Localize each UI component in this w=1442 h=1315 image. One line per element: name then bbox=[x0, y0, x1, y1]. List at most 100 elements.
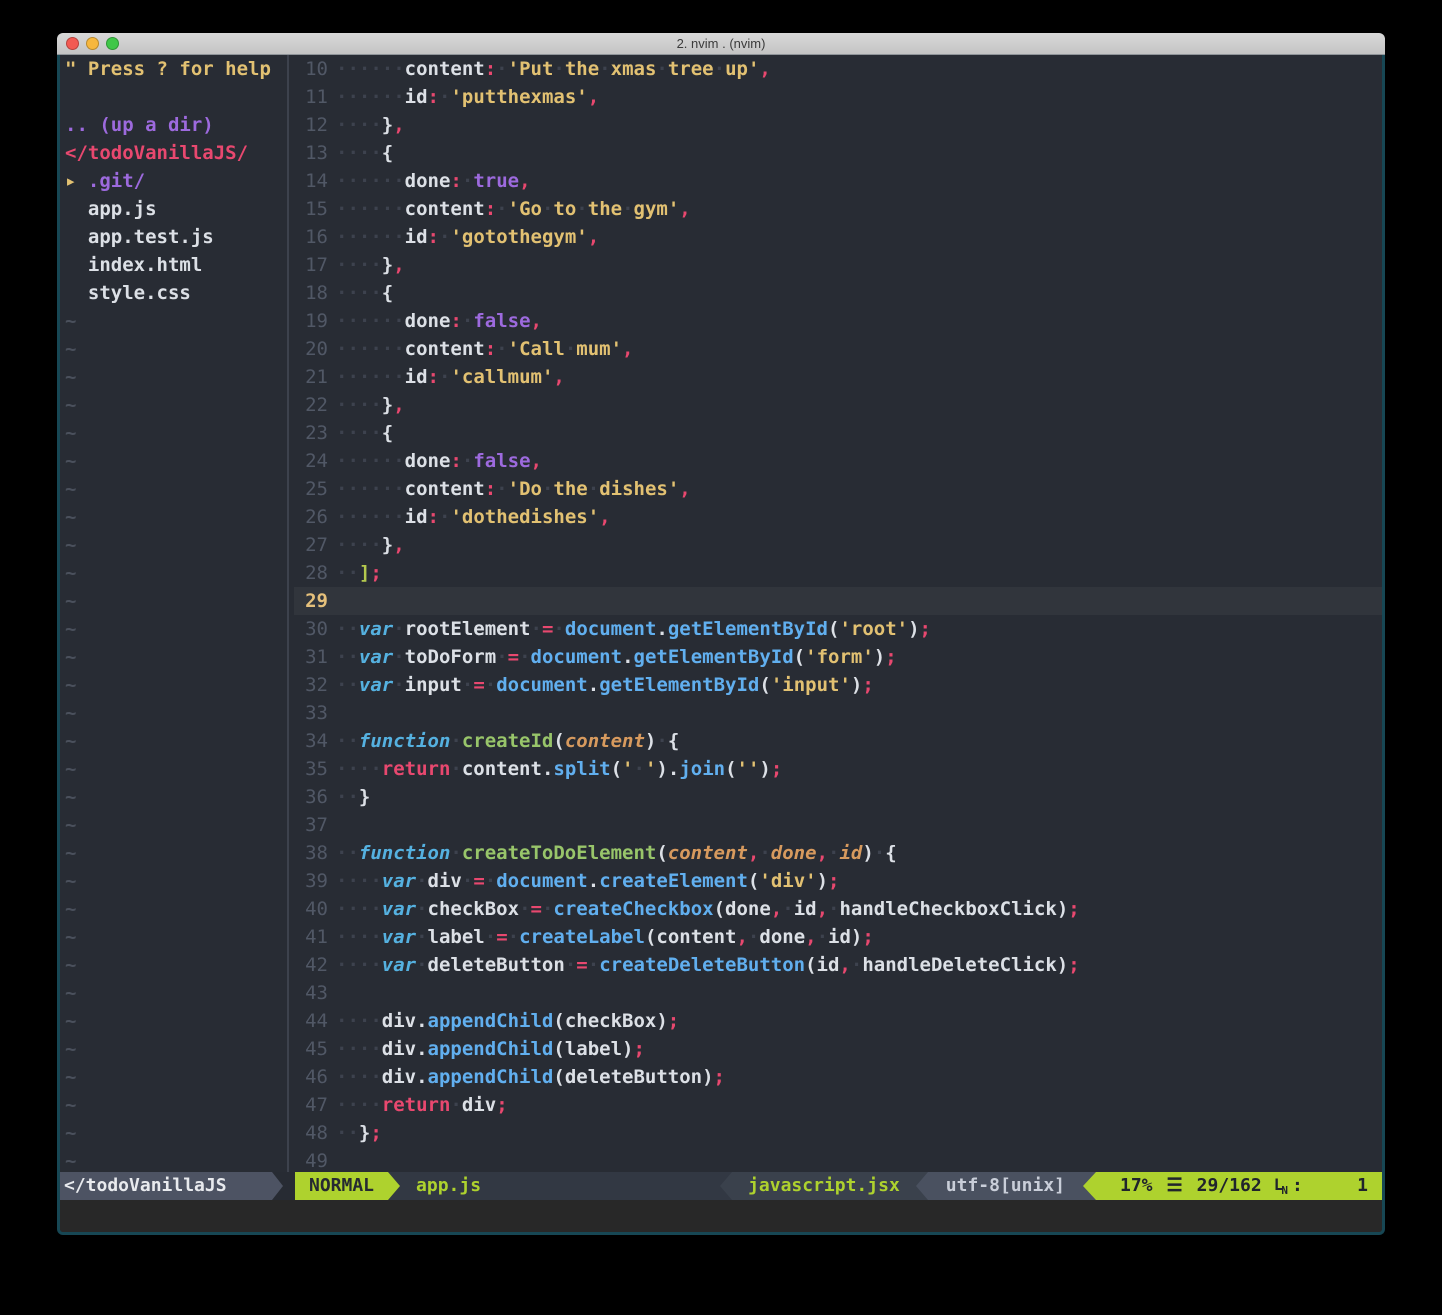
code-line-47[interactable]: 47····return·div; bbox=[294, 1091, 1382, 1119]
line-number: 36 bbox=[294, 783, 328, 811]
scroll-percent: 17% bbox=[1120, 1172, 1153, 1200]
code-line-42[interactable]: 42····var·deleteButton·=·createDeleteBut… bbox=[294, 951, 1382, 979]
zoom-button[interactable] bbox=[106, 37, 119, 50]
command-line[interactable] bbox=[60, 1200, 1382, 1232]
code-line-13[interactable]: 13····{ bbox=[294, 139, 1382, 167]
line-number: 20 bbox=[294, 335, 328, 363]
line-number: 28 bbox=[294, 559, 328, 587]
line-number: 15 bbox=[294, 195, 328, 223]
code-line-text: ····var·label·=·createLabel(content,·don… bbox=[328, 923, 1382, 951]
statusline-filename: app.js bbox=[400, 1172, 720, 1200]
line-number: 40 bbox=[294, 895, 328, 923]
line-number: 18 bbox=[294, 279, 328, 307]
code-line-49[interactable]: 49 bbox=[294, 1147, 1382, 1172]
code-line-46[interactable]: 46····div.appendChild(deleteButton); bbox=[294, 1063, 1382, 1091]
tilde-marker: ~ bbox=[65, 503, 283, 531]
code-line-10[interactable]: 10······content:·'Put·the·xmas·tree·up', bbox=[294, 55, 1382, 83]
line-number: 48 bbox=[294, 1119, 328, 1147]
code-line-text bbox=[328, 811, 1382, 839]
code-line-41[interactable]: 41····var·label·=·createLabel(content,·d… bbox=[294, 923, 1382, 951]
code-line-24[interactable]: 24······done:·false, bbox=[294, 447, 1382, 475]
code-line-text: ····{ bbox=[328, 279, 1382, 307]
line-number: 26 bbox=[294, 503, 328, 531]
code-line-34[interactable]: 34··function·createId(content)·{ bbox=[294, 727, 1382, 755]
code-line-25[interactable]: 25······content:·'Do·the·dishes', bbox=[294, 475, 1382, 503]
tree-file-app-js[interactable]: app.js bbox=[65, 195, 283, 223]
code-line-32[interactable]: 32··var·input·=·document.getElementById(… bbox=[294, 671, 1382, 699]
tilde-marker: ~ bbox=[65, 475, 283, 503]
minimize-button[interactable] bbox=[86, 37, 99, 50]
line-number: 29 bbox=[294, 587, 328, 615]
code-line-36[interactable]: 36··} bbox=[294, 783, 1382, 811]
code-line-39[interactable]: 39····var·div·=·document.createElement('… bbox=[294, 867, 1382, 895]
statusline-position: 17% ☰ 29/162 LN : 1 bbox=[1096, 1172, 1382, 1200]
code-line-12[interactable]: 12····}, bbox=[294, 111, 1382, 139]
window-titlebar[interactable]: 2. nvim . (nvim) bbox=[57, 33, 1385, 55]
code-line-44[interactable]: 44····div.appendChild(checkBox); bbox=[294, 1007, 1382, 1035]
code-line-45[interactable]: 45····div.appendChild(label); bbox=[294, 1035, 1382, 1063]
tree-root[interactable]: </todoVanillaJS/ bbox=[65, 139, 283, 167]
tree-up-a-dir[interactable]: .. (up a dir) bbox=[65, 111, 283, 139]
code-line-14[interactable]: 14······done:·true, bbox=[294, 167, 1382, 195]
code-line-35[interactable]: 35····return·content.split('·').join('')… bbox=[294, 755, 1382, 783]
nerdtree-panel[interactable]: " Press ? for help .. (up a dir)</todoVan… bbox=[60, 55, 283, 1172]
code-line-26[interactable]: 26······id:·'dothedishes', bbox=[294, 503, 1382, 531]
tilde-marker: ~ bbox=[65, 307, 283, 335]
tree-help-hint[interactable]: " Press ? for help bbox=[65, 55, 283, 83]
line-number: 27 bbox=[294, 531, 328, 559]
statusline-filetype: javascript.jsx bbox=[732, 1172, 916, 1200]
tilde-marker: ~ bbox=[65, 363, 283, 391]
code-line-19[interactable]: 19······done:·false, bbox=[294, 307, 1382, 335]
powerline-arrow-icon bbox=[272, 1172, 283, 1200]
code-line-15[interactable]: 15······content:·'Go·to·the·gym', bbox=[294, 195, 1382, 223]
code-line-text: ····{ bbox=[328, 419, 1382, 447]
code-line-30[interactable]: 30··var·rootElement·=·document.getElemen… bbox=[294, 615, 1382, 643]
code-line-31[interactable]: 31··var·toDoForm·=·document.getElementBy… bbox=[294, 643, 1382, 671]
vertical-split[interactable] bbox=[283, 55, 294, 1172]
tilde-marker: ~ bbox=[65, 699, 283, 727]
tree-file-app-test-js[interactable]: app.test.js bbox=[65, 223, 283, 251]
traffic-lights bbox=[66, 37, 119, 50]
code-line-23[interactable]: 23····{ bbox=[294, 419, 1382, 447]
code-line-text: ····}, bbox=[328, 391, 1382, 419]
code-line-text bbox=[328, 1147, 1382, 1172]
code-line-text: ··var·rootElement·=·document.getElementB… bbox=[328, 615, 1382, 643]
tilde-marker: ~ bbox=[65, 531, 283, 559]
tilde-marker: ~ bbox=[65, 615, 283, 643]
code-line-text: ····}, bbox=[328, 251, 1382, 279]
code-line-20[interactable]: 20······content:·'Call·mum', bbox=[294, 335, 1382, 363]
code-line-text: ··]; bbox=[328, 559, 1382, 587]
close-button[interactable] bbox=[66, 37, 79, 50]
tree-file-index-html[interactable]: index.html bbox=[65, 251, 283, 279]
code-line-27[interactable]: 27····}, bbox=[294, 531, 1382, 559]
code-line-38[interactable]: 38··function·createToDoElement(content,·… bbox=[294, 839, 1382, 867]
tree-file-style-css[interactable]: style.css bbox=[65, 279, 283, 307]
code-line-22[interactable]: 22····}, bbox=[294, 391, 1382, 419]
tilde-marker: ~ bbox=[65, 1147, 283, 1172]
code-line-17[interactable]: 17····}, bbox=[294, 251, 1382, 279]
code-line-37[interactable]: 37 bbox=[294, 811, 1382, 839]
code-line-text: ······content:·'Call·mum', bbox=[328, 335, 1382, 363]
tree-dir-git[interactable]: ▸ .git/ bbox=[65, 167, 283, 195]
tilde-marker: ~ bbox=[65, 447, 283, 475]
code-line-text: ··function·createId(content)·{ bbox=[328, 727, 1382, 755]
code-line-43[interactable]: 43 bbox=[294, 979, 1382, 1007]
code-line-40[interactable]: 40····var·checkBox·=·createCheckbox(done… bbox=[294, 895, 1382, 923]
code-line-11[interactable]: 11······id:·'putthexmas', bbox=[294, 83, 1382, 111]
code-line-28[interactable]: 28··]; bbox=[294, 559, 1382, 587]
code-line-33[interactable]: 33 bbox=[294, 699, 1382, 727]
tilde-marker: ~ bbox=[65, 671, 283, 699]
tilde-marker: ~ bbox=[65, 1091, 283, 1119]
code-line-18[interactable]: 18····{ bbox=[294, 279, 1382, 307]
code-buffer[interactable]: 10······content:·'Put·the·xmas·tree·up',… bbox=[294, 55, 1382, 1172]
code-line-16[interactable]: 16······id:·'gotothegym', bbox=[294, 223, 1382, 251]
line-number: 47 bbox=[294, 1091, 328, 1119]
line-number: 35 bbox=[294, 755, 328, 783]
code-line-29[interactable]: 29 bbox=[294, 587, 1382, 615]
tree-blank bbox=[65, 83, 283, 111]
line-number: 14 bbox=[294, 167, 328, 195]
code-line-text: ······id:·'callmum', bbox=[328, 363, 1382, 391]
line-number: 34 bbox=[294, 727, 328, 755]
code-line-48[interactable]: 48··}; bbox=[294, 1119, 1382, 1147]
code-line-21[interactable]: 21······id:·'callmum', bbox=[294, 363, 1382, 391]
